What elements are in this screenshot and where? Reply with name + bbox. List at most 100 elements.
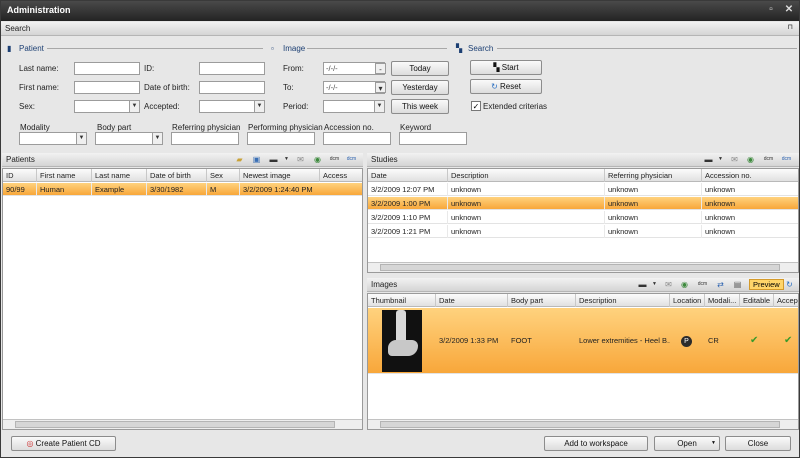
chevron-down-icon: ▼ (254, 101, 264, 112)
create-patient-cd-button[interactable]: ◎ Create Patient CD (11, 436, 116, 451)
col-description[interactable]: Description (576, 294, 670, 307)
modality-select[interactable]: ▼ (19, 132, 87, 145)
cell-description: Lower extremities - Heel B... (579, 336, 670, 345)
new-patient-icon[interactable]: ▣ (251, 154, 262, 165)
start-button[interactable]: ▚ Start (470, 60, 542, 75)
globe-icon[interactable]: ◉ (679, 279, 690, 290)
calendar-icon[interactable]: - (375, 63, 386, 74)
col-accepted[interactable]: Accepted (774, 294, 798, 307)
create-patient-cd-label: Create Patient CD (35, 439, 101, 448)
reset-button[interactable]: ↻ Reset (470, 79, 542, 94)
yesterday-button[interactable]: Yesterday (391, 80, 449, 95)
col-description[interactable]: Description (448, 169, 605, 182)
close-icon[interactable]: ✕ (783, 4, 795, 16)
globe-icon[interactable]: ◉ (745, 154, 756, 165)
first-name-label: First name: (19, 83, 60, 92)
col-referring[interactable]: Referring physician (605, 169, 702, 182)
divider (307, 48, 447, 49)
keyword-input[interactable] (399, 132, 467, 145)
col-editable[interactable]: Editable (740, 294, 774, 307)
mail-icon[interactable]: ✉ (729, 154, 740, 165)
sex-select[interactable]: ▼ (74, 100, 140, 113)
table-row[interactable]: 3/2/2009 1:21 PM unknown unknown unknown (368, 225, 798, 238)
table-row[interactable]: 3/2/2009 1:00 PM unknown unknown unknown (368, 197, 798, 210)
chevron-down-icon: ▼ (711, 440, 716, 446)
col-body-part[interactable]: Body part (508, 294, 576, 307)
col-thumbnail[interactable]: Thumbnail (368, 294, 436, 307)
body-part-select[interactable]: ▼ (95, 132, 163, 145)
dicom-export-icon[interactable]: dcm (329, 154, 340, 165)
patients-grid: ID First name Last name Date of birth Se… (2, 168, 363, 430)
open-button[interactable]: Open ▼ (654, 436, 720, 451)
scroll-thumb[interactable] (380, 421, 780, 428)
col-last-name[interactable]: Last name (92, 169, 147, 182)
image-section-title: Image (283, 44, 306, 53)
scroll-thumb[interactable] (380, 264, 780, 271)
cell-description: unknown (448, 197, 605, 210)
add-to-workspace-button[interactable]: Add to workspace (544, 436, 648, 451)
table-row[interactable]: 3/2/2009 1:33 PM FOOT Lower extremities … (368, 308, 798, 374)
chevron-down-icon[interactable]: ▼ (649, 279, 660, 290)
dicom-export-icon[interactable]: dcm (697, 279, 708, 290)
col-newest-image[interactable]: Newest image (240, 169, 320, 182)
chevron-down-icon[interactable]: ▾ (375, 82, 386, 93)
preview-toggle[interactable]: Preview (749, 279, 784, 290)
today-button[interactable]: Today (391, 61, 449, 76)
save-icon[interactable]: ▬ (268, 154, 279, 165)
horizontal-scrollbar[interactable] (368, 419, 798, 429)
dcm-text: dcm (763, 156, 774, 162)
col-modality[interactable]: Modali... (705, 294, 740, 307)
this-week-button[interactable]: This week (391, 99, 449, 114)
first-name-input[interactable] (74, 81, 140, 94)
dicom-send-icon[interactable]: dcm (346, 154, 357, 165)
mail-icon[interactable]: ✉ (663, 279, 674, 290)
col-first-name[interactable]: First name (37, 169, 92, 182)
images-grid-header: Thumbnail Date Body part Description Loc… (368, 294, 798, 307)
location-pacs-icon: P (681, 336, 692, 347)
accession-input[interactable] (323, 132, 391, 145)
mail-icon[interactable]: ✉ (295, 154, 306, 165)
minimize-icon[interactable]: ▫ (765, 4, 777, 16)
chevron-down-icon[interactable]: ▼ (281, 154, 292, 165)
col-id[interactable]: ID (3, 169, 37, 182)
cell-accession: unknown (702, 183, 798, 196)
chevron-down-icon[interactable]: ▼ (715, 154, 726, 165)
id-input[interactable] (199, 62, 265, 75)
dicom-export-icon[interactable]: dcm (763, 154, 774, 165)
globe-icon[interactable]: ◉ (312, 154, 323, 165)
cell-date: 3/2/2009 1:33 PM (439, 336, 499, 345)
pin-icon[interactable]: ⊓ (788, 23, 793, 31)
accepted-select[interactable]: ▼ (199, 100, 265, 113)
close-button[interactable]: Close (725, 436, 791, 451)
col-date[interactable]: Date (368, 169, 448, 182)
col-sex[interactable]: Sex (207, 169, 240, 182)
folder-icon[interactable]: ▰ (234, 154, 245, 165)
refresh-icon[interactable]: ↻ (784, 279, 795, 290)
dicom-send-icon[interactable]: dcm (781, 154, 792, 165)
to-date-value: -/-/- (326, 83, 338, 92)
extended-criteria-checkbox[interactable]: ✓ (471, 101, 481, 111)
col-location[interactable]: Location (670, 294, 705, 307)
period-select[interactable]: ▼ (323, 100, 385, 113)
table-row[interactable]: 3/2/2009 12:07 PM unknown unknown unknow… (368, 183, 798, 196)
cell-body-part: FOOT (511, 336, 532, 345)
last-name-input[interactable] (74, 62, 140, 75)
dcm-text: dcm (781, 156, 792, 162)
save-icon[interactable]: ▬ (703, 154, 714, 165)
table-row[interactable]: 3/2/2009 1:10 PM unknown unknown unknown (368, 211, 798, 224)
horizontal-scrollbar[interactable] (3, 419, 362, 429)
dob-input[interactable] (199, 81, 265, 94)
horizontal-scrollbar[interactable] (368, 262, 798, 272)
save-icon[interactable]: ▬ (637, 279, 648, 290)
col-dob[interactable]: Date of birth (147, 169, 207, 182)
performing-input[interactable] (247, 132, 315, 145)
referring-input[interactable] (171, 132, 239, 145)
col-access[interactable]: Access (320, 169, 362, 182)
scroll-thumb[interactable] (15, 421, 335, 428)
col-accession[interactable]: Accession no. (702, 169, 798, 182)
print-icon[interactable]: ▤ (732, 279, 743, 290)
images-title: Images (371, 280, 398, 289)
col-date[interactable]: Date (436, 294, 508, 307)
table-row[interactable]: 90/99 Human Example 3/30/1982 M 3/2/2009… (3, 183, 362, 196)
swap-icon[interactable]: ⇄ (715, 279, 726, 290)
